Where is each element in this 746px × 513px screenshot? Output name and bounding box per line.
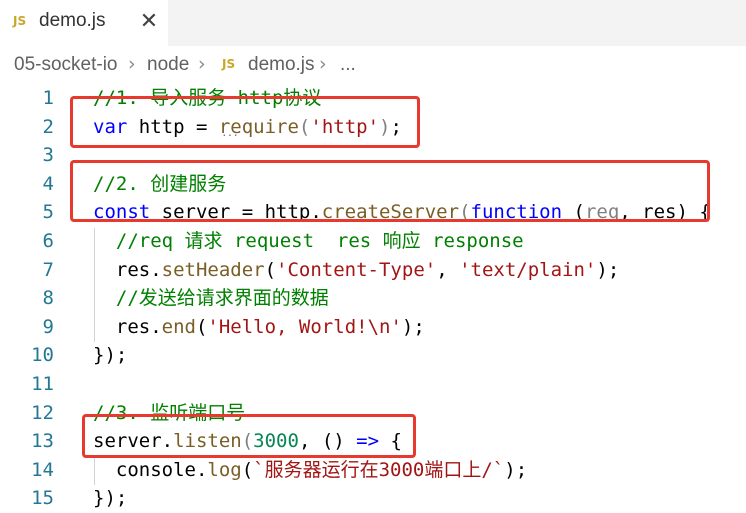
code-token: });: [93, 344, 128, 367]
breadcrumb-folder-node[interactable]: node: [147, 54, 189, 76]
tab-demo-js[interactable]: JS demo.js ✕: [0, 0, 168, 46]
code-text: res.end('Hello, World!\n');: [93, 313, 425, 341]
line-number: 15: [31, 487, 54, 510]
highlight-box-require: [70, 96, 420, 148]
code-line[interactable]: 7 res.setHeader('Content-Type', 'text/pl…: [0, 256, 746, 285]
highlight-box-listen: [82, 414, 416, 458]
code-text: console.log(`服务器运行在3000端口上/`);: [93, 456, 527, 484]
tab-bar: JS demo.js ✕: [0, 0, 746, 46]
line-number: 13: [31, 430, 54, 453]
code-token: (: [195, 315, 208, 338]
code-line[interactable]: 6 //req 请求 request res 响应 response: [0, 227, 746, 256]
code-text: });: [93, 484, 127, 512]
breadcrumb-symbols[interactable]: ...: [340, 54, 356, 76]
code-text: });: [93, 341, 127, 369]
code-token: res.: [93, 315, 162, 338]
code-token: ,: [436, 258, 460, 281]
code-token: 'Hello, World!\n': [207, 315, 402, 338]
line-number: 12: [31, 401, 54, 424]
code-line[interactable]: 10});: [0, 341, 746, 370]
code-token: (: [264, 258, 277, 281]
code-line[interactable]: 9 res.end('Hello, World!\n');: [0, 313, 746, 342]
code-token: 'text/plain': [459, 258, 597, 281]
highlight-box-create-server: [70, 160, 710, 222]
chevron-right-icon: ›: [128, 53, 136, 75]
breadcrumb-folder-05-socket-io[interactable]: 05-socket-io: [14, 54, 118, 76]
code-token: log: [207, 458, 242, 481]
code-token: end: [161, 315, 196, 338]
code-token: );: [504, 458, 528, 481]
code-text: res.setHeader('Content-Type', 'text/plai…: [93, 256, 619, 284]
code-text: //发送给请求界面的数据: [93, 284, 329, 312]
code-line[interactable]: 14 console.log(`服务器运行在3000端口上/`);: [0, 456, 746, 485]
line-number: 4: [42, 172, 54, 195]
line-number: 8: [42, 287, 54, 310]
code-token: console.: [93, 458, 208, 481]
breadcrumb-file-demo-js[interactable]: demo.js: [248, 54, 315, 76]
code-token: (: [241, 458, 254, 481]
line-number: 14: [31, 458, 54, 481]
line-number: 1: [42, 87, 54, 109]
javascript-file-icon: JS: [222, 57, 236, 71]
line-number: 7: [42, 258, 54, 281]
code-token: //req 请求 request res 响应 response: [93, 230, 524, 252]
code-line[interactable]: 15});: [0, 484, 746, 513]
line-number: 3: [42, 144, 54, 167]
line-number: 6: [42, 230, 54, 252]
line-number: 11: [31, 373, 54, 395]
close-icon[interactable]: ✕: [138, 9, 160, 35]
code-line[interactable]: 11: [0, 370, 746, 399]
code-text: //req 请求 request res 响应 response: [93, 227, 524, 255]
code-line[interactable]: 8 //发送给请求界面的数据: [0, 284, 746, 313]
line-number: 10: [31, 344, 54, 367]
line-number: 5: [42, 201, 54, 224]
chevron-right-icon: ›: [319, 53, 327, 75]
code-token: //发送给请求界面的数据: [93, 287, 329, 310]
quick-fix-dots: ···: [222, 126, 239, 142]
javascript-file-icon: JS: [13, 14, 27, 28]
line-number: 9: [42, 315, 54, 338]
chevron-right-icon: ›: [198, 53, 206, 75]
code-token: setHeader: [161, 258, 265, 281]
code-token: );: [401, 315, 425, 338]
breadcrumb: 05-socket-io › node › JS demo.js › ...: [0, 46, 746, 84]
code-token: );: [596, 258, 620, 281]
code-token: res.: [93, 258, 162, 281]
code-token: });: [93, 487, 128, 510]
code-token: `服务器运行在3000端口上/`: [253, 458, 505, 481]
tab-title: demo.js: [39, 10, 106, 31]
code-token: 'Content-Type': [276, 258, 437, 281]
line-number: 2: [42, 115, 54, 138]
